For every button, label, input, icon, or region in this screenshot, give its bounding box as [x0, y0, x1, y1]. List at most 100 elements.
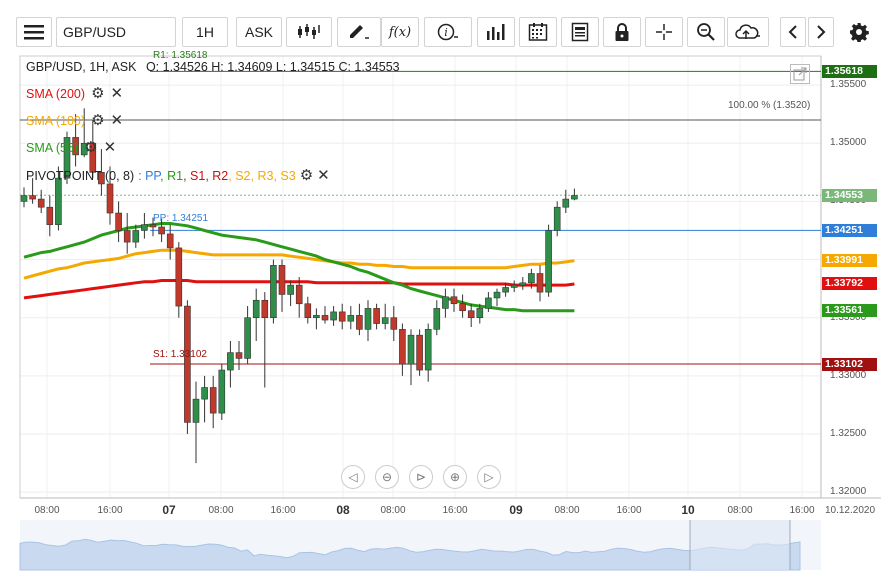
candle-body	[218, 369, 226, 414]
gear-icon[interactable]: ⚙	[91, 86, 104, 101]
zoom-out-button[interactable]: ⊖	[375, 465, 399, 489]
legend-symbol: GBP/USD, 1H, ASK	[26, 60, 137, 74]
x-tick-label: 16:00	[270, 505, 296, 516]
candle-body	[467, 310, 475, 319]
candle-body	[476, 308, 484, 319]
chart-grid	[20, 56, 821, 498]
overview-window	[690, 520, 790, 570]
popout-icon	[793, 67, 807, 81]
candle-body	[321, 315, 329, 321]
candle-body	[123, 230, 131, 243]
candle-body	[407, 334, 415, 365]
indicator-row-sma55: SMA (55) ⚙ ✕	[26, 140, 116, 155]
pivot-label[interactable]: PIVOTPOINT (0, 8)	[26, 169, 134, 183]
candle-body	[553, 206, 561, 231]
close-icon[interactable]: ✕	[317, 168, 330, 183]
reset-view-button[interactable]: ⊳	[409, 465, 433, 489]
candle-body	[330, 311, 337, 321]
candle-body	[519, 282, 527, 286]
candle-body	[209, 387, 217, 414]
candle-body	[55, 177, 62, 225]
candle-body	[338, 311, 346, 322]
candle-body	[347, 315, 355, 322]
candle-body	[450, 296, 458, 305]
candle-body	[356, 315, 363, 330]
candle-body	[166, 233, 174, 249]
x-tick-label: 16:00	[789, 505, 815, 516]
candle-body	[510, 284, 518, 288]
pivot-part-3: , R2	[205, 168, 229, 183]
pivot-part-2: , S1	[183, 168, 206, 183]
close-icon[interactable]: ✕	[111, 86, 124, 101]
pan-left-button[interactable]: ◁	[341, 465, 365, 489]
pivot-parts: : PP, R1, S1, R2, S2, R3, S3	[138, 169, 296, 183]
candle-body	[433, 308, 441, 330]
pivot-levels	[20, 70, 821, 365]
close-icon[interactable]: ✕	[104, 140, 117, 155]
gear-icon[interactable]: ⚙	[91, 113, 104, 128]
gear-icon[interactable]: ⚙	[300, 168, 313, 183]
candle-body	[416, 334, 423, 371]
sma200-label[interactable]: SMA (200)	[26, 87, 85, 101]
triangle-right-icon: ▷	[484, 470, 494, 484]
r1-label: R1: 1.35618	[153, 50, 208, 61]
y-tick-label: 1.32000	[830, 486, 867, 498]
x-tick-label: 08	[336, 503, 350, 517]
candle-body	[29, 195, 36, 200]
zoom-in-button[interactable]: ⊕	[443, 465, 467, 489]
candle-body	[502, 287, 509, 293]
candle-body	[149, 224, 157, 228]
candle-body	[175, 247, 183, 307]
candle-body	[132, 230, 140, 243]
candle-body	[20, 195, 28, 202]
candle-body	[493, 291, 501, 299]
indicator-row-sma100: SMA (100) ⚙ ✕	[26, 113, 123, 128]
price-tag: 1.33102	[822, 357, 877, 371]
chart-legend: GBP/USD, 1H, ASK O: 1.34526 H: 1.34609 L…	[26, 60, 400, 74]
candle-body	[261, 299, 269, 319]
zoom-in-icon: ⊕	[449, 470, 461, 484]
x-tick-label: 16:00	[616, 505, 642, 516]
candle-body	[313, 315, 320, 319]
candle-body	[244, 317, 251, 359]
x-tick-label: 08:00	[380, 505, 406, 516]
candle-body	[201, 387, 208, 400]
x-tick-label: 07	[162, 503, 176, 517]
sma100-label[interactable]: SMA (100)	[26, 114, 85, 128]
price-chart[interactable]	[0, 0, 881, 577]
candle-body	[141, 224, 148, 231]
gear-icon[interactable]: ⚙	[84, 140, 97, 155]
pivot-part-0: : PP	[138, 168, 161, 183]
x-tick-label: 16:00	[442, 505, 468, 516]
pivot-part-4: , S2	[228, 168, 251, 183]
candle-body	[158, 226, 165, 235]
y-tick-label: 1.32500	[830, 428, 867, 440]
pp-label: PP: 1.34251	[153, 213, 209, 224]
price-tag: 1.34251	[822, 223, 877, 237]
reset-icon: ⊳	[415, 470, 427, 484]
candle-body	[304, 303, 312, 319]
price-tag: 1.33792	[822, 277, 877, 291]
zoom-out-icon: ⊖	[381, 470, 393, 484]
plot-frame	[19, 55, 822, 499]
y-tick-label: 1.33000	[830, 369, 867, 381]
candle-body	[528, 273, 535, 284]
indicator-row-sma200: SMA (200) ⚙ ✕	[26, 86, 123, 101]
price-tag: 1.33991	[822, 254, 877, 268]
pivot-part-6: , S3	[273, 168, 296, 183]
s1-label: S1: 1.33102	[153, 349, 207, 360]
popout-button[interactable]	[790, 64, 810, 84]
pan-right-button[interactable]: ▷	[477, 465, 501, 489]
candle-body	[278, 265, 286, 295]
sma55-label[interactable]: SMA (55)	[26, 141, 78, 155]
pivot-part-1: , R1	[160, 168, 184, 183]
candle-body	[46, 206, 54, 225]
close-icon[interactable]: ✕	[111, 113, 124, 128]
candle-body	[184, 305, 191, 423]
candle-body	[295, 284, 303, 305]
candle-body	[192, 398, 200, 423]
price-tag: 1.34553	[822, 188, 877, 202]
x-tick-label: 08:00	[208, 505, 234, 516]
fib-label: 100.00 % (1.3520)	[728, 100, 811, 111]
candle-body	[37, 198, 45, 208]
